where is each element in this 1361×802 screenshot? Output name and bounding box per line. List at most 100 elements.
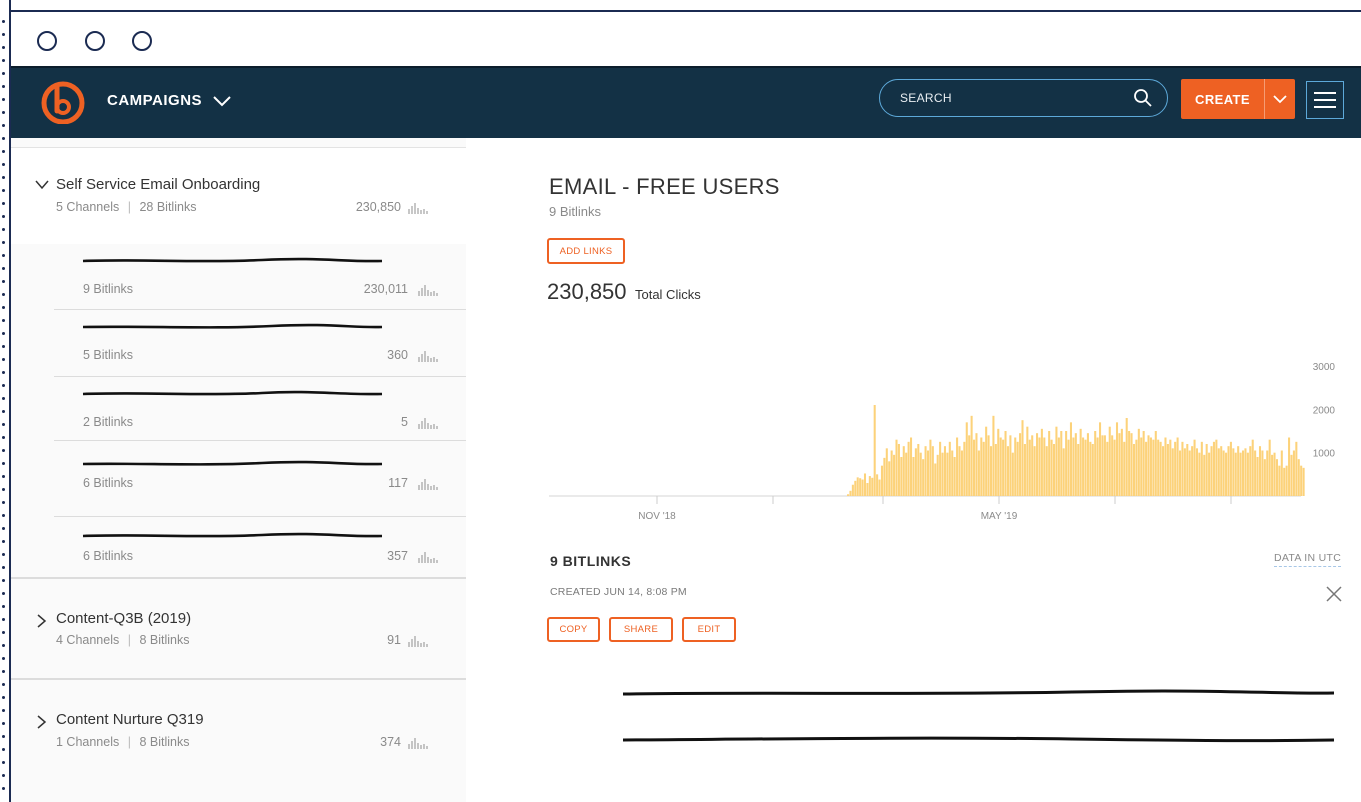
- copy-button[interactable]: COPY: [547, 617, 600, 642]
- window-maximize-button[interactable]: [132, 31, 152, 51]
- search-icon[interactable]: [1133, 88, 1153, 108]
- chart-bar: [1028, 439, 1031, 496]
- chart-bar: [1142, 431, 1145, 496]
- channel-item[interactable]: 9 Bitlinks 230,011: [54, 244, 466, 310]
- create-dropdown-toggle[interactable]: [1265, 79, 1295, 119]
- chart-bar: [1113, 439, 1116, 496]
- chevron-down-icon[interactable]: [35, 180, 49, 190]
- chart-bar: [963, 441, 966, 496]
- search-input[interactable]: [898, 90, 1133, 106]
- y-tick-label: 1000: [1313, 449, 1336, 460]
- edge-dot: [2, 527, 5, 530]
- chevron-right-icon[interactable]: [37, 715, 47, 729]
- share-button[interactable]: SHARE: [609, 617, 673, 642]
- chart-bar: [1147, 435, 1150, 496]
- chart-bar: [1132, 444, 1136, 496]
- clicks-chart[interactable]: NOV '18 MAY '19 3000 2000 1000: [549, 350, 1349, 530]
- chart-bar: [1191, 446, 1194, 496]
- add-links-button[interactable]: ADD LINKS: [547, 238, 625, 264]
- edge-dot: [2, 709, 5, 712]
- chart-bar: [1162, 446, 1165, 496]
- chart-bar: [1040, 428, 1043, 496]
- channel-item[interactable]: 6 Bitlinks 117: [54, 441, 466, 517]
- chart-bar: [1031, 435, 1034, 496]
- bar-chart-icon: [418, 285, 438, 296]
- edge-dot: [2, 644, 5, 647]
- chart-bar: [1275, 459, 1278, 496]
- edge-dot: [2, 150, 5, 153]
- chart-bar: [1152, 439, 1155, 496]
- edge-dot: [2, 696, 5, 699]
- chart-bar: [1084, 439, 1087, 496]
- chart-bar: [1060, 431, 1063, 496]
- chart-bar: [905, 452, 908, 496]
- chart-bar: [924, 446, 927, 496]
- chart-bar: [1239, 452, 1242, 496]
- channel-item[interactable]: 5 Bitlinks 360: [54, 310, 466, 377]
- close-icon[interactable]: [1325, 585, 1343, 603]
- campaign-channels: 5 Channels: [56, 200, 120, 214]
- search-box[interactable]: [879, 79, 1168, 117]
- chart-bar: [895, 439, 898, 496]
- channel-item[interactable]: 2 Bitlinks 5: [54, 377, 466, 441]
- chart-bar: [926, 450, 930, 496]
- chart-bar: [1043, 437, 1046, 496]
- chart-bar: [910, 437, 913, 496]
- chart-bar: [1159, 441, 1162, 496]
- campaign-item[interactable]: Content Nurture Q319 1 Channels | 8 Bitl…: [11, 680, 466, 802]
- chevron-right-icon[interactable]: [37, 614, 47, 628]
- chart-bar: [997, 428, 1000, 496]
- chart-bar: [953, 457, 956, 496]
- chart-bar: [1091, 444, 1094, 496]
- edge-dot: [2, 332, 5, 335]
- chart-bar: [994, 444, 997, 496]
- bitly-logo-icon[interactable]: [41, 80, 85, 124]
- chart-bar: [888, 461, 891, 496]
- chart-bar: [1249, 446, 1252, 496]
- campaigns-menu[interactable]: CAMPAIGNS: [107, 92, 232, 109]
- chart-bar: [1115, 422, 1119, 496]
- edge-dot: [2, 202, 5, 205]
- chart-bar: [1176, 437, 1179, 496]
- campaign-click-count: 91: [387, 633, 401, 647]
- chart-bar: [951, 450, 954, 496]
- data-in-utc-toggle[interactable]: DATA IN UTC: [1274, 552, 1342, 567]
- chart-bar: [948, 441, 951, 496]
- window-minimize-button[interactable]: [85, 31, 105, 51]
- channel-click-count: 357: [387, 549, 408, 563]
- chart-bar: [1065, 431, 1068, 496]
- chart-bar: [980, 437, 983, 496]
- campaign-item[interactable]: Content-Q3B (2019) 4 Channels | 8 Bitlin…: [11, 579, 466, 678]
- edge-dot: [2, 748, 5, 751]
- chart-bar: [1278, 465, 1281, 496]
- edge-dot: [2, 683, 5, 686]
- edit-button[interactable]: EDIT: [682, 617, 736, 642]
- chart-bar: [941, 452, 944, 496]
- edge-dot: [2, 397, 5, 400]
- chart-bar: [900, 457, 903, 496]
- chart-bar: [1077, 444, 1080, 496]
- campaign-item[interactable]: Self Service Email Onboarding 5 Channels…: [11, 148, 466, 244]
- hamburger-menu-button[interactable]: [1306, 81, 1344, 119]
- chart-bar: [1283, 467, 1286, 496]
- window-close-button[interactable]: [37, 31, 57, 51]
- total-clicks-value: 230,850: [547, 279, 627, 304]
- chart-bar: [1215, 439, 1218, 496]
- edge-dot: [2, 423, 5, 426]
- chart-bar: [1137, 428, 1140, 496]
- channel-item[interactable]: 6 Bitlinks 357: [54, 517, 466, 577]
- chart-bar: [1300, 465, 1303, 496]
- chart-bar: [912, 457, 915, 496]
- chart-bar: [1225, 452, 1228, 496]
- chart-bar: [851, 484, 854, 496]
- edge-dot: [2, 384, 5, 387]
- chart-bar: [1186, 444, 1189, 496]
- edge-dot: [2, 280, 5, 283]
- chart-bar: [1251, 439, 1254, 496]
- chart-bar: [1125, 418, 1128, 496]
- chart-bar: [856, 477, 859, 496]
- create-button[interactable]: CREATE: [1181, 79, 1264, 119]
- chart-bar: [1288, 437, 1291, 496]
- edge-dot: [2, 657, 5, 660]
- chart-bar: [922, 459, 925, 496]
